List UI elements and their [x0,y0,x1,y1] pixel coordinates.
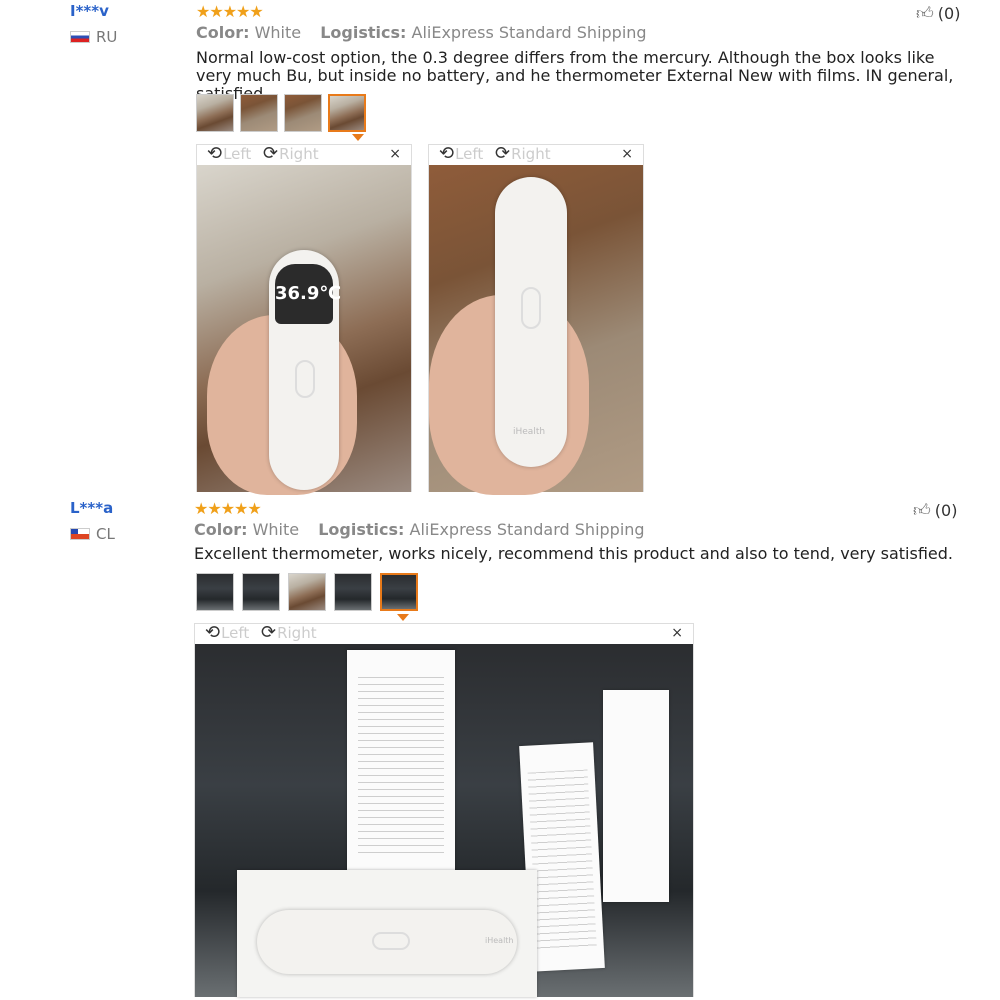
photo-thumbnail[interactable] [240,94,278,132]
rotate-right-label: Right [511,145,551,163]
logistics-label: Logistics: [318,520,405,539]
logistics-value: AliExpress Standard Shipping [409,520,645,539]
photo-thumbnail[interactable] [242,573,280,611]
rotate-left-icon: ⟲ [207,143,223,164]
photo-thumbnail[interactable] [288,573,326,611]
thermometer-device: iHealth [495,177,567,467]
rotate-left-label: Left [221,624,250,642]
photo-viewer: ⟲ Left ⟳ Right × 36.9℃ [196,144,412,495]
close-icon[interactable]: × [389,146,401,162]
thermometer-button [295,360,315,398]
viewer-toolbar: ⟲ Left ⟳ Right × [195,624,693,644]
review-item: L***a CL ★★★★★ Color: White Logistics: A… [0,497,1000,1000]
flag-ru-icon [70,31,90,43]
brand-label: iHealth [513,427,546,437]
rotate-left-icon: ⟲ [205,622,221,643]
active-thumbnail-pointer [352,134,364,141]
color-value: White [252,520,300,539]
color-value: White [254,23,302,42]
color-label: Color: [194,520,248,539]
photo-thumbnail[interactable] [196,94,234,132]
thermometer-device: 36.9℃ [269,250,341,490]
star-rating: ★★★★★ [194,499,262,518]
active-thumbnail-pointer [397,614,409,621]
star-rating: ★★★★★ [196,2,264,21]
rotate-right-button[interactable]: ⟳ Right [261,622,317,643]
close-icon[interactable]: × [671,625,683,641]
review-photo[interactable]: 36.9℃ [197,165,411,495]
rotate-right-label: Right [277,624,317,642]
thermometer-button [521,287,541,329]
rotate-left-label: Left [223,145,252,163]
reviewer-name[interactable]: I***v [70,2,109,20]
review-photo[interactable]: iHealth [195,644,693,997]
photo-viewer: ⟲ Left ⟳ Right × iHealth [194,623,694,997]
thermometer-button [372,932,410,950]
rotate-right-label: Right [279,145,319,163]
thumbs-up-icon: 👍︎ [913,501,931,521]
rotate-left-label: Left [455,145,484,163]
helpful-button[interactable]: 👍︎ (0) [913,500,957,521]
rotate-right-icon: ⟳ [263,143,279,164]
logistics-value: AliExpress Standard Shipping [411,23,647,42]
thermometer-display: 36.9℃ [275,264,341,324]
thumbs-up-icon: 👍︎ [916,4,934,24]
review-text: Excellent thermometer, works nicely, rec… [194,544,953,563]
photo-thumbnails [196,94,366,132]
flag-cl-icon [70,528,90,540]
rotate-right-button[interactable]: ⟳ Right [495,143,551,164]
product-box [603,690,669,902]
reviewer-country: CL [70,525,115,543]
rotate-right-icon: ⟳ [495,143,511,164]
rotate-right-icon: ⟳ [261,622,277,643]
photo-thumbnail[interactable] [196,573,234,611]
order-info: Color: White Logistics: AliExpress Stand… [196,23,647,42]
instruction-leaflet [347,650,455,876]
like-count: (0) [937,4,961,23]
country-code: CL [96,525,115,543]
helpful-button[interactable]: 👍︎ (0) [916,3,960,24]
color-label: Color: [196,23,250,42]
product-box-front: iHealth [237,870,537,997]
thermometer-device: iHealth [257,910,517,974]
review-photo[interactable]: iHealth [429,165,643,495]
close-icon[interactable]: × [621,146,633,162]
rotate-left-button[interactable]: ⟲ Left [439,143,484,164]
photo-thumbnails [196,573,418,611]
viewer-toolbar: ⟲ Left ⟳ Right × [429,145,643,165]
photo-viewer: ⟲ Left ⟳ Right × iHealth [428,144,644,495]
reviewer-country: RU [70,28,117,46]
rotate-left-button[interactable]: ⟲ Left [207,143,252,164]
rotate-left-icon: ⟲ [439,143,455,164]
country-code: RU [96,28,118,46]
rotate-left-button[interactable]: ⟲ Left [205,622,250,643]
rotate-right-button[interactable]: ⟳ Right [263,143,319,164]
logistics-label: Logistics: [320,23,407,42]
brand-label: iHealth [485,936,514,945]
photo-thumbnail-active[interactable] [328,94,366,132]
photo-thumbnail-active[interactable] [380,573,418,611]
photo-thumbnail[interactable] [334,573,372,611]
photo-thumbnail[interactable] [284,94,322,132]
viewer-toolbar: ⟲ Left ⟳ Right × [197,145,411,165]
like-count: (0) [934,501,958,520]
reviewer-name[interactable]: L***a [70,499,113,517]
order-info: Color: White Logistics: AliExpress Stand… [194,520,645,539]
review-item: I***v RU ★★★★★ Color: White Logistics: A… [0,0,1000,495]
